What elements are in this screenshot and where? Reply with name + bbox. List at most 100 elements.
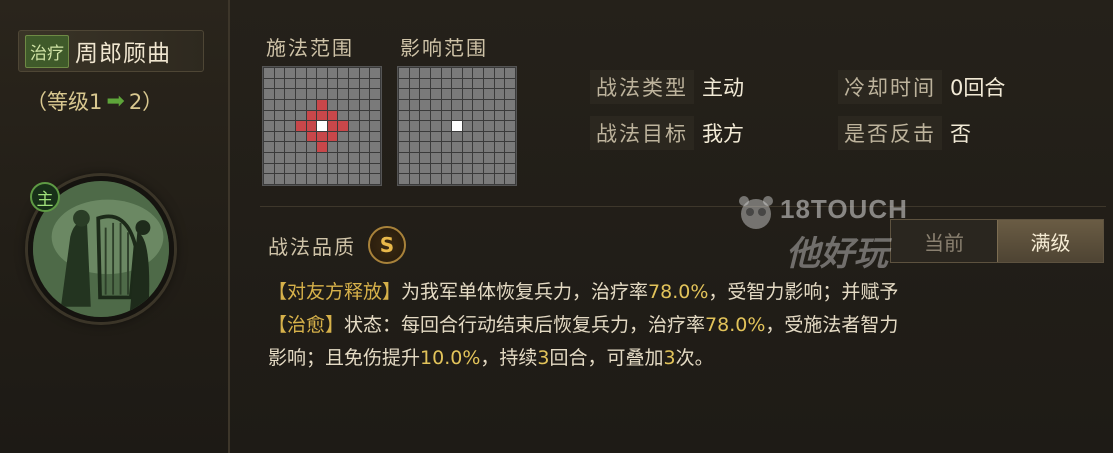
cast-grid-range-cell xyxy=(338,121,349,131)
effect-grid-cell xyxy=(494,99,505,110)
desc-text: ，受施法者智力 xyxy=(765,314,899,336)
cast-grid-cell xyxy=(295,163,306,174)
cast-grid-cell xyxy=(285,121,295,131)
cast-grid-cell xyxy=(370,99,380,110)
effect-grid-cell xyxy=(409,99,420,110)
max-level-tab[interactable]: 满级 xyxy=(997,220,1103,262)
cast-grid-cell xyxy=(295,153,306,163)
cast-grid-cell xyxy=(359,174,370,184)
cast-grid-cell xyxy=(359,142,370,153)
effect-grid-cell xyxy=(409,153,420,163)
desc-text: 为我军单体恢复兵力，治疗率 xyxy=(401,281,649,303)
cast-grid-cell xyxy=(295,89,306,99)
cast-grid-cell xyxy=(359,99,370,110)
cast-grid-cell xyxy=(274,68,285,78)
quality-label: 战法品质 xyxy=(268,234,356,259)
current-level-tab[interactable]: 当前 xyxy=(891,220,997,262)
heal-rate-value: 78.0% xyxy=(705,314,766,336)
section-divider xyxy=(260,206,1106,207)
effect-grid-cell xyxy=(409,89,420,99)
cast-grid-cell xyxy=(285,142,295,153)
cast-grid-range-cell xyxy=(306,131,317,142)
effect-grid-cell xyxy=(505,121,515,131)
cast-grid-cell xyxy=(317,89,327,99)
cast-grid-cell xyxy=(295,78,306,89)
effect-grid-cell xyxy=(473,121,484,131)
effect-grid-cell xyxy=(441,110,452,121)
cast-grid-cell xyxy=(338,163,349,174)
effect-grid-cell xyxy=(494,142,505,153)
effect-grid-cell xyxy=(409,174,420,184)
effect-grid-cell xyxy=(484,78,494,89)
cast-grid-cell xyxy=(338,99,349,110)
cast-grid-cell xyxy=(274,131,285,142)
cast-range-label: 施法范围 xyxy=(266,36,354,60)
cast-grid-cell xyxy=(264,163,274,174)
cast-grid-cell xyxy=(264,131,274,142)
effect-grid-cell xyxy=(473,89,484,99)
effect-grid-cell xyxy=(441,99,452,110)
cast-grid-cell xyxy=(349,153,359,163)
cast-grid-cell xyxy=(349,121,359,131)
effect-grid-cell xyxy=(420,89,430,99)
effect-grid-cell xyxy=(399,99,409,110)
effect-grid-cell xyxy=(473,153,484,163)
effect-grid-cell xyxy=(430,78,441,89)
effect-grid-cell xyxy=(452,110,462,121)
skill-detail-panel: 治疗 周郎顾曲 （等级1 ➡ 2） 主 施法范围 影响范围 战法类型 主动 冷却… xyxy=(0,0,1113,453)
effect-grid-cell xyxy=(473,110,484,121)
cast-range-grid xyxy=(262,66,382,186)
cast-grid-cell xyxy=(285,131,295,142)
cast-grid-cell xyxy=(274,110,285,121)
effect-grid-cell xyxy=(505,89,515,99)
effect-grid-cell xyxy=(462,153,473,163)
effect-grid-cell xyxy=(462,68,473,78)
effect-grid-cell xyxy=(494,163,505,174)
cast-grid-cell xyxy=(349,110,359,121)
effect-grid-cell xyxy=(452,142,462,153)
effect-grid-cell xyxy=(505,68,515,78)
cast-grid-cell xyxy=(264,174,274,184)
effect-grid-cell xyxy=(505,142,515,153)
effect-grid-cell xyxy=(452,163,462,174)
effect-grid-cell xyxy=(505,163,515,174)
effect-grid-cell xyxy=(505,99,515,110)
cast-grid-cell xyxy=(327,68,338,78)
duration-value: 3 xyxy=(537,347,550,369)
effect-grid-cell xyxy=(420,99,430,110)
effect-grid-cell xyxy=(484,142,494,153)
desc-text: 回合，可叠加 xyxy=(549,347,664,369)
cast-grid-cell xyxy=(338,174,349,184)
cooldown-key: 冷却时间 xyxy=(838,70,942,104)
skill-name: 周郎顾曲 xyxy=(75,41,171,67)
effect-grid-cell xyxy=(505,110,515,121)
cast-grid-cell xyxy=(285,110,295,121)
counter-value: 否 xyxy=(950,122,971,146)
cast-grid-cell xyxy=(338,153,349,163)
effect-grid-cell xyxy=(462,99,473,110)
desc-text: 影响；且免伤提升 xyxy=(268,347,421,369)
effect-grid-cell xyxy=(494,174,505,184)
cast-grid-cell xyxy=(370,110,380,121)
effect-range-grid xyxy=(397,66,517,186)
cast-grid-cell xyxy=(317,163,327,174)
release-target-tag: 【对友方释放】 xyxy=(268,281,402,303)
desc-text: ，持续 xyxy=(480,347,538,369)
effect-grid-cell xyxy=(399,131,409,142)
cast-grid-cell xyxy=(285,89,295,99)
effect-grid-cell xyxy=(430,99,441,110)
cast-grid-cell xyxy=(359,89,370,99)
cast-grid-cell xyxy=(285,153,295,163)
effect-grid-center-cell xyxy=(452,121,462,131)
cast-grid-cell xyxy=(274,142,285,153)
description-line-2: 【治愈】状态：每回合行动结束后恢复兵力，治疗率78.0%，受施法者智力 xyxy=(268,309,1098,342)
cast-grid-cell xyxy=(370,153,380,163)
cast-grid-cell xyxy=(349,163,359,174)
effect-grid-cell xyxy=(430,68,441,78)
cast-grid-cell xyxy=(295,174,306,184)
effect-grid-cell xyxy=(399,174,409,184)
cast-grid-cell xyxy=(359,121,370,131)
cast-grid-cell xyxy=(274,78,285,89)
cast-grid-cell xyxy=(306,99,317,110)
cast-grid-cell xyxy=(274,121,285,131)
